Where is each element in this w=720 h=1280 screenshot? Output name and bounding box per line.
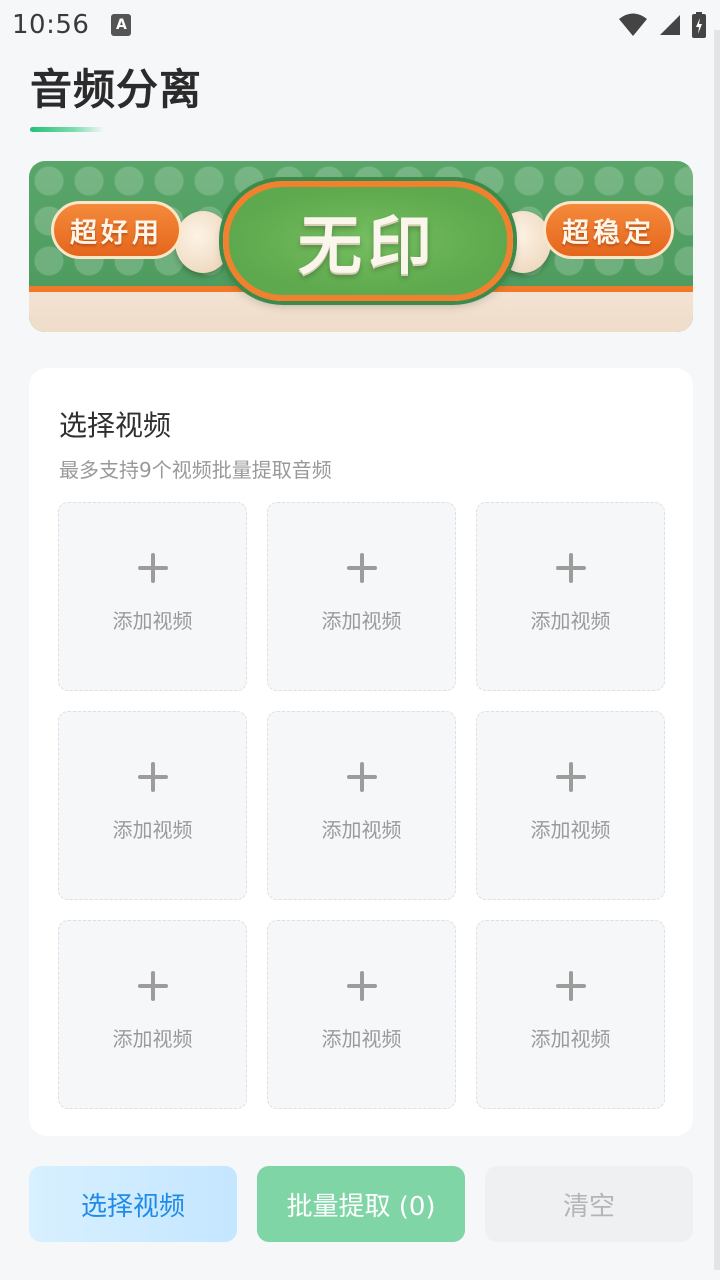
add-video-label: 添加视频 (530, 818, 611, 842)
add-video-label: 添加视频 (530, 609, 611, 633)
add-video-slot[interactable]: 添加视频 (58, 502, 247, 691)
plus-icon (137, 553, 168, 583)
status-bar: 10:56 A (0, 0, 720, 50)
battery-icon (692, 12, 706, 38)
status-time: 10:56 (12, 10, 90, 40)
plus-icon (137, 971, 168, 1001)
add-video-label: 添加视频 (530, 1027, 611, 1051)
promo-banner[interactable]: 无印 超好用 超稳定 (29, 161, 693, 332)
banner-tag-right: 超稳定 (543, 201, 674, 259)
banner-center-text: 无印 (298, 209, 438, 284)
plus-icon (346, 762, 377, 792)
plus-icon (346, 553, 377, 583)
batch-extract-button[interactable]: 批量提取 (0) (257, 1166, 465, 1242)
scrollbar-track (714, 30, 720, 1270)
add-video-slot[interactable]: 添加视频 (476, 502, 665, 691)
add-video-slot[interactable]: 添加视频 (267, 920, 456, 1109)
clear-button[interactable]: 清空 (485, 1166, 693, 1242)
plus-icon (555, 553, 586, 583)
video-select-card: 选择视频 最多支持9个视频批量提取音频 添加视频 添加视频 添加视频 添加视频 … (29, 368, 693, 1136)
add-video-slot[interactable]: 添加视频 (267, 711, 456, 900)
wifi-icon (619, 13, 647, 36)
plus-icon (555, 762, 586, 792)
title-underline (30, 127, 104, 132)
add-video-slot[interactable]: 添加视频 (476, 711, 665, 900)
add-video-label: 添加视频 (321, 818, 402, 842)
signal-icon (660, 15, 680, 35)
add-video-slot[interactable]: 添加视频 (58, 711, 247, 900)
select-video-button[interactable]: 选择视频 (29, 1166, 237, 1242)
add-video-label: 添加视频 (112, 818, 193, 842)
keyboard-notification-icon: A (111, 14, 132, 36)
add-video-label: 添加视频 (112, 1027, 193, 1051)
add-video-label: 添加视频 (321, 1027, 402, 1051)
banner-tag-left: 超好用 (51, 201, 182, 259)
card-subtitle: 最多支持9个视频批量提取音频 (59, 458, 332, 482)
add-video-slot[interactable]: 添加视频 (267, 502, 456, 691)
plus-icon (555, 971, 586, 1001)
add-video-label: 添加视频 (112, 609, 193, 633)
plus-icon (346, 971, 377, 1001)
add-video-label: 添加视频 (321, 609, 402, 633)
add-video-slot[interactable]: 添加视频 (476, 920, 665, 1109)
page-title: 音频分离 (30, 65, 203, 114)
banner-plaque: 无印 (223, 181, 513, 301)
card-title: 选择视频 (59, 409, 172, 442)
add-video-slot[interactable]: 添加视频 (58, 920, 247, 1109)
plus-icon (137, 762, 168, 792)
video-slot-grid: 添加视频 添加视频 添加视频 添加视频 添加视频 添加视频 添加视频 添加视频 … (58, 502, 665, 1109)
